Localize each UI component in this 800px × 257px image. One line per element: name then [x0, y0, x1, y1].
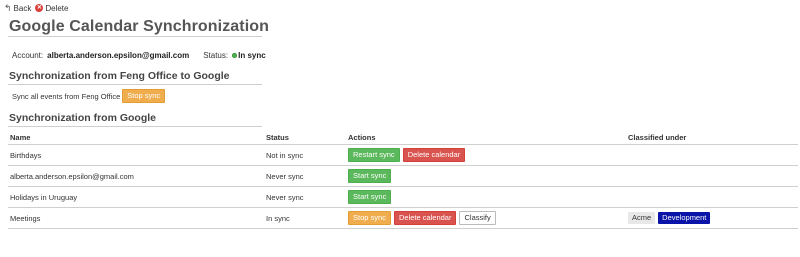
status-value: In sync — [238, 51, 266, 60]
calendar-status: Not in sync — [266, 150, 304, 160]
delete-label: Delete — [45, 3, 69, 13]
calendar-name: Holidays in Uruguay — [10, 192, 78, 202]
status-label: Status: — [203, 51, 229, 60]
account-label: Account: — [12, 51, 44, 60]
page-title: Google Calendar Synchronization — [9, 18, 270, 35]
delete-calendar-button[interactable]: Delete calendar — [393, 211, 457, 225]
account-info: Account: alberta.anderson.epsilon@gmail.… — [12, 51, 266, 60]
back-arrow-icon: ↰ — [4, 3, 12, 13]
calendar-actions: Start sync — [348, 166, 392, 186]
back-link[interactable]: ↰ Back — [4, 4, 31, 13]
section-title-feng-to-google: Synchronization from Feng Office to Goog… — [9, 70, 230, 82]
calendar-status: In sync — [266, 213, 290, 223]
start-sync-button[interactable]: Start sync — [348, 169, 392, 183]
section-divider — [8, 126, 262, 127]
table-row: Meetings In sync Stop sync Delete calend… — [8, 208, 798, 229]
stop-sync-button[interactable]: Stop sync — [348, 211, 391, 225]
account-email: alberta.anderson.epsilon@gmail.com — [47, 51, 190, 60]
table-header: Name Status Actions Classified under — [8, 131, 798, 145]
table-row: Birthdays Not in sync Restart sync Delet… — [8, 145, 798, 166]
delete-calendar-button[interactable]: Delete calendar — [402, 148, 466, 162]
calendar-name: alberta.anderson.epsilon@gmail.com — [10, 171, 134, 181]
top-toolbar: ↰ Back ✕ Delete — [4, 3, 68, 13]
table-row: Holidays in Uruguay Never sync Start syn… — [8, 187, 798, 208]
calendar-actions: Restart sync Delete calendar — [348, 145, 466, 165]
restart-sync-button[interactable]: Restart sync — [348, 148, 400, 162]
calendar-name: Birthdays — [10, 150, 42, 160]
classify-button[interactable]: Classify — [459, 211, 496, 225]
back-label: Back — [13, 3, 32, 13]
classified-tags: Acme Development — [628, 208, 711, 228]
calendar-actions: Start sync — [348, 187, 392, 207]
delete-link[interactable]: ✕ Delete — [35, 4, 68, 13]
sync-all-row: Sync all events from Feng Office Stop sy… — [12, 89, 166, 103]
delete-icon: ✕ — [35, 4, 44, 12]
title-divider — [8, 36, 262, 37]
calendar-status: Never sync — [266, 192, 304, 202]
calendar-status: Never sync — [266, 171, 304, 181]
status-dot-icon — [232, 53, 238, 58]
calendars-table: Name Status Actions Classified under Bir… — [8, 131, 798, 229]
section-title-from-google: Synchronization from Google — [9, 112, 157, 124]
tag-development[interactable]: Development — [658, 212, 711, 224]
start-sync-button[interactable]: Start sync — [348, 190, 392, 204]
tag-acme[interactable]: Acme — [628, 212, 656, 224]
calendar-name: Meetings — [10, 213, 41, 223]
calendar-actions: Stop sync Delete calendar Classify — [348, 208, 496, 228]
stop-sync-all-button[interactable]: Stop sync — [122, 89, 166, 103]
section-divider — [8, 84, 262, 85]
sync-all-label: Sync all events from Feng Office — [12, 91, 121, 101]
table-row: alberta.anderson.epsilon@gmail.com Never… — [8, 166, 798, 187]
